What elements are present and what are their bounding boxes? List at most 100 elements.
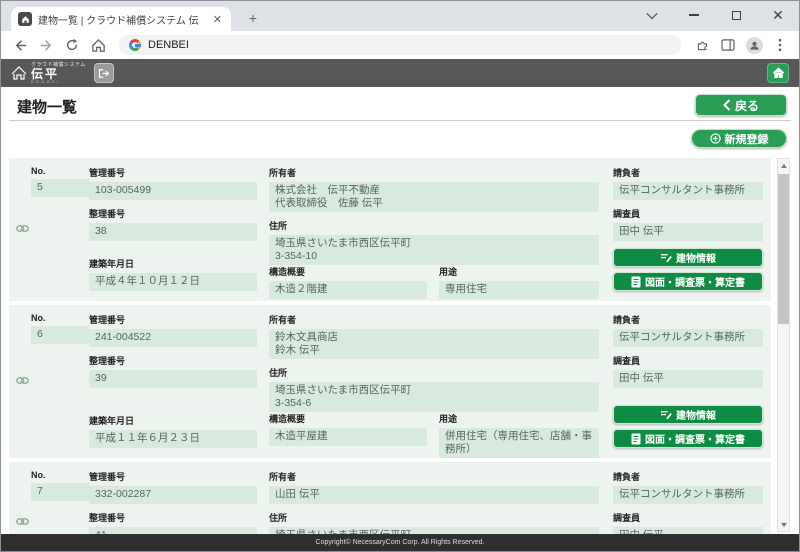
- contractor-label: 請負者: [613, 166, 763, 179]
- built-value: 平成１１年６月２３日: [89, 430, 257, 448]
- back-button[interactable]: 戻る: [695, 94, 787, 116]
- seiri-value: 38: [89, 223, 257, 241]
- browser-window: 建物一覧 | クラウド補償システム 伝 ✕ + ✕ DENBEI: [0, 0, 800, 552]
- owner-value: 鈴木文具商店 鈴木 伝平: [269, 329, 599, 359]
- app-home-icon: [772, 67, 785, 79]
- usage-label: 用途: [439, 412, 599, 425]
- home-icon[interactable]: [87, 34, 109, 56]
- app-home-button[interactable]: [767, 63, 789, 83]
- owner-value: 山田 伝平: [269, 486, 599, 504]
- browser-tab[interactable]: 建物一覧 | クラウド補償システム 伝 ✕: [11, 7, 231, 31]
- document-icon: [631, 433, 641, 445]
- built-label: 建築年月日: [89, 414, 257, 427]
- scrollbar-thumb[interactable]: [778, 174, 789, 324]
- contractor-value: 伝平コンサルタント事務所: [613, 486, 763, 504]
- profile-avatar[interactable]: [743, 34, 765, 56]
- denbei-favicon-icon: [18, 12, 32, 26]
- seiri-label: 整理番号: [89, 511, 257, 524]
- link-icon[interactable]: [16, 224, 29, 233]
- menu-kebab-icon[interactable]: [769, 34, 791, 56]
- back-button-label: 戻る: [735, 97, 759, 114]
- side-panel-icon[interactable]: [717, 34, 739, 56]
- denbei-house-icon: [11, 66, 27, 80]
- documents-button[interactable]: 図面・調査票・算定書: [613, 272, 763, 291]
- plus-circle-icon: [710, 133, 721, 144]
- address-label: 住所: [269, 219, 599, 232]
- building-info-button[interactable]: 建物情報: [613, 405, 763, 424]
- structure-label: 構造概要: [269, 412, 427, 425]
- no-label: No.: [31, 166, 89, 176]
- no-label: No.: [31, 313, 89, 323]
- scroll-down-icon[interactable]: [778, 518, 789, 531]
- forward-icon[interactable]: [35, 34, 57, 56]
- kanri-label: 管理番号: [89, 166, 257, 179]
- url-bar[interactable]: DENBEI: [119, 35, 681, 55]
- back-icon[interactable]: [9, 34, 31, 56]
- page-title: 建物一覧: [17, 96, 77, 117]
- app-header: クラウド補償システム 伝平 DENBEI: [1, 59, 799, 87]
- scroll-up-icon[interactable]: [778, 159, 789, 172]
- contractor-label: 請負者: [613, 470, 763, 483]
- built-label: 建築年月日: [89, 257, 257, 270]
- seiri-label: 整理番号: [89, 207, 257, 220]
- no-value: 5: [31, 179, 89, 197]
- structure-value: 木造２階建: [269, 281, 427, 299]
- investigator-value: 田中 伝平: [613, 527, 763, 534]
- kanri-label: 管理番号: [89, 470, 257, 483]
- building-record: No. 5 管理番号 103-005499 整理番号 38 建築年月日 平成４年…: [9, 158, 771, 301]
- logo-main-name: 伝平: [31, 68, 86, 80]
- page-content: 建物一覧 戻る 新規登録 No. 5 管理番号 103: [1, 87, 799, 534]
- minimize-button[interactable]: [673, 1, 715, 29]
- list-edit-icon: [660, 253, 672, 263]
- extensions-icon[interactable]: [691, 34, 713, 56]
- list-scrollbar[interactable]: [777, 158, 790, 532]
- url-text: DENBEI: [148, 39, 189, 51]
- building-record: No. 6 管理番号 241-004522 整理番号 39 建築年月日 平成１１…: [9, 305, 771, 458]
- close-button[interactable]: ✕: [757, 1, 799, 29]
- link-icon[interactable]: [16, 376, 29, 385]
- new-tab-button[interactable]: +: [243, 9, 263, 29]
- no-label: No.: [31, 470, 89, 480]
- owner-value: 株式会社 伝平不動産 代表取締役 佐藤 伝平: [269, 182, 599, 212]
- chevron-left-icon: [723, 99, 731, 111]
- building-info-button[interactable]: 建物情報: [613, 248, 763, 267]
- investigator-label: 調査員: [613, 354, 763, 367]
- no-value: 7: [31, 483, 89, 501]
- link-icon[interactable]: [16, 517, 29, 526]
- contractor-value: 伝平コンサルタント事務所: [613, 329, 763, 347]
- tab-close-icon[interactable]: ✕: [211, 13, 224, 26]
- reload-icon[interactable]: [61, 34, 83, 56]
- browser-tab-bar: 建物一覧 | クラウド補償システム 伝 ✕ + ✕: [1, 1, 799, 31]
- investigator-value: 田中 伝平: [613, 370, 763, 388]
- investigator-value: 田中 伝平: [613, 223, 763, 241]
- address-value: 埼玉県さいたま市西区伝平町 3-355-1: [269, 527, 599, 534]
- contractor-value: 伝平コンサルタント事務所: [613, 182, 763, 200]
- logo-sub-name: DENBEI: [31, 80, 86, 84]
- new-registration-label: 新規登録: [725, 131, 769, 147]
- tab-title: 建物一覧 | クラウド補償システム 伝: [38, 12, 205, 27]
- new-registration-button[interactable]: 新規登録: [691, 129, 787, 148]
- owner-label: 所有者: [269, 313, 599, 326]
- documents-button[interactable]: 図面・調査票・算定書: [613, 429, 763, 448]
- investigator-label: 調査員: [613, 511, 763, 524]
- building-list: No. 5 管理番号 103-005499 整理番号 38 建築年月日 平成４年…: [9, 158, 771, 534]
- documents-label: 図面・調査票・算定書: [645, 274, 745, 289]
- address-label: 住所: [269, 511, 599, 524]
- building-info-label: 建物情報: [676, 407, 716, 422]
- address-value: 埼玉県さいたま市西区伝平町 3-354-10: [269, 235, 599, 265]
- owner-label: 所有者: [269, 470, 599, 483]
- kanri-value: 103-005499: [89, 182, 257, 200]
- address-label: 住所: [269, 366, 599, 379]
- owner-label: 所有者: [269, 166, 599, 179]
- documents-label: 図面・調査票・算定書: [645, 431, 745, 446]
- kanri-value: 332-002287: [89, 486, 257, 504]
- window-controls: ✕: [631, 1, 799, 29]
- footer-copyright: Copyright© NecessaryCom Corp. All Rights…: [1, 534, 799, 551]
- document-icon: [631, 276, 641, 288]
- logout-button[interactable]: [94, 63, 114, 83]
- kanri-label: 管理番号: [89, 313, 257, 326]
- logout-icon: [98, 68, 110, 79]
- tab-search-icon[interactable]: [631, 1, 673, 29]
- investigator-label: 調査員: [613, 207, 763, 220]
- maximize-button[interactable]: [715, 1, 757, 29]
